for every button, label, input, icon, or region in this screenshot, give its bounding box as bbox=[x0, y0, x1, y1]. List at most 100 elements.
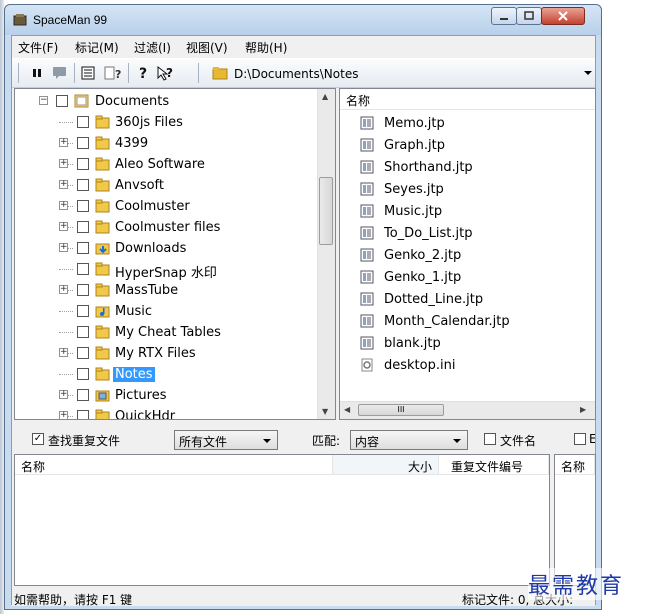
expand-icon[interactable]: + bbox=[59, 159, 68, 168]
file-list-item[interactable]: Music.jtp bbox=[360, 201, 590, 223]
file-list-item[interactable]: desktop.ini bbox=[360, 355, 590, 377]
menu-help[interactable]: 帮助(H) bbox=[245, 39, 287, 56]
tree-label: MassTube bbox=[115, 283, 179, 298]
tree-item[interactable]: My Cheat Tables bbox=[15, 322, 317, 343]
expand-icon[interactable]: + bbox=[59, 201, 68, 210]
expand-icon[interactable]: + bbox=[59, 180, 68, 189]
menu-mark[interactable]: 标记(M) bbox=[75, 39, 119, 56]
minimize-button[interactable] bbox=[491, 7, 517, 25]
tree-item[interactable]: + Aleo Software bbox=[15, 154, 317, 175]
column-name-header[interactable]: 名称 bbox=[555, 455, 595, 475]
tree-item[interactable]: Notes bbox=[15, 364, 317, 385]
expand-icon[interactable]: + bbox=[59, 411, 68, 419]
file-list-item[interactable]: Memo.jtp bbox=[360, 113, 590, 135]
expand-icon[interactable]: + bbox=[59, 138, 68, 147]
tree-item[interactable]: + MassTube bbox=[15, 280, 317, 301]
comment-icon[interactable] bbox=[52, 65, 68, 81]
checkbox[interactable] bbox=[77, 263, 89, 275]
file-list-item[interactable]: Month_Calendar.jtp bbox=[360, 311, 590, 333]
column-name-header[interactable]: 名称 bbox=[346, 92, 370, 109]
expand-icon[interactable]: + bbox=[59, 243, 68, 252]
file-name: Memo.jtp bbox=[384, 116, 445, 131]
checkbox[interactable] bbox=[77, 116, 89, 128]
file-list-item[interactable]: Dotted_Line.jtp bbox=[360, 289, 590, 311]
file-horizontal-scrollbar[interactable]: ◀ III ▶ bbox=[340, 401, 595, 419]
checkbox[interactable] bbox=[77, 368, 89, 380]
checkbox[interactable] bbox=[77, 242, 89, 254]
scroll-down-icon[interactable]: ▼ bbox=[322, 407, 328, 416]
file-list-item[interactable]: Seyes.jtp bbox=[360, 179, 590, 201]
column-size-header[interactable]: 大小 bbox=[333, 455, 439, 475]
menu-view[interactable]: 视图(V) bbox=[186, 39, 228, 56]
file-filter-select[interactable]: 所有文件 bbox=[174, 430, 278, 450]
duplicate-list[interactable]: 名称 大小 重复文件编号 bbox=[14, 454, 550, 586]
find-duplicates-bar: ✓ 查找重复文件 所有文件 匹配: 内容 文件名 E bbox=[12, 426, 595, 452]
file-list-item[interactable]: blank.jtp bbox=[360, 333, 590, 355]
extra-checkbox[interactable] bbox=[574, 433, 586, 445]
checkbox[interactable] bbox=[77, 305, 89, 317]
menu-file[interactable]: 文件(F) bbox=[18, 39, 58, 56]
tree-vertical-scrollbar[interactable]: ▲ ▼ bbox=[317, 89, 335, 419]
column-size-label: 大小 bbox=[407, 460, 432, 474]
scroll-up-icon[interactable]: ▲ bbox=[322, 92, 328, 101]
tree-item[interactable]: Music bbox=[15, 301, 317, 322]
file-list-item[interactable]: Graph.jtp bbox=[360, 135, 590, 157]
tree-item[interactable]: + Downloads bbox=[15, 238, 317, 259]
title-bar[interactable]: SpaceMan 99 bbox=[5, 5, 601, 35]
checkbox[interactable] bbox=[77, 137, 89, 149]
expand-icon[interactable]: + bbox=[59, 285, 68, 294]
tree-item[interactable]: + Pictures bbox=[15, 385, 317, 406]
collapse-icon[interactable]: − bbox=[39, 96, 48, 105]
properties-icon[interactable] bbox=[80, 65, 96, 81]
expand-icon[interactable]: + bbox=[59, 390, 68, 399]
path-combo[interactable]: D:\Documents\Notes bbox=[234, 67, 358, 81]
checkbox[interactable] bbox=[77, 347, 89, 359]
tree-item[interactable]: + My RTX Files bbox=[15, 343, 317, 364]
duplicate-list-secondary[interactable]: 名称 bbox=[554, 454, 596, 586]
checkbox[interactable] bbox=[77, 389, 89, 401]
client-area: 文件(F) 标记(M) 过滤(I) 视图(V) 帮助(H) ? ? ? D:\D… bbox=[11, 35, 596, 607]
scroll-right-icon[interactable]: ▶ bbox=[580, 405, 586, 414]
checkbox[interactable] bbox=[77, 284, 89, 296]
maximize-button[interactable] bbox=[516, 7, 542, 25]
checkbox[interactable] bbox=[77, 179, 89, 191]
tree-item[interactable]: HyperSnap 水印 bbox=[15, 259, 317, 281]
tree-item-root[interactable]: − Documents bbox=[15, 91, 317, 112]
scroll-thumb[interactable]: III bbox=[358, 404, 444, 416]
tree-item[interactable]: 360js Files bbox=[15, 112, 317, 133]
filename-checkbox[interactable] bbox=[484, 433, 496, 445]
expand-icon[interactable]: + bbox=[59, 222, 68, 231]
close-button[interactable] bbox=[541, 7, 585, 25]
column-name-header[interactable]: 名称 bbox=[15, 455, 333, 475]
checkbox[interactable] bbox=[77, 326, 89, 338]
tree-item[interactable]: + QuickHdr bbox=[15, 406, 317, 419]
file-help-icon[interactable]: ? bbox=[104, 65, 124, 81]
checkbox[interactable] bbox=[77, 221, 89, 233]
column-dup-id-header[interactable]: 重复文件编号 bbox=[439, 455, 549, 475]
checkbox[interactable] bbox=[56, 95, 68, 107]
file-list-item[interactable]: Genko_1.jtp bbox=[360, 267, 590, 289]
folder-tree[interactable]: − Documents 360js Files +4399 + Aleo Softwa… bbox=[14, 88, 336, 420]
chevron-down-icon[interactable] bbox=[584, 71, 592, 75]
file-list-item[interactable]: Shorthand.jtp bbox=[360, 157, 590, 179]
file-list-header[interactable]: 名称 bbox=[340, 89, 595, 110]
scroll-left-icon[interactable]: ◀ bbox=[344, 405, 350, 414]
tree-item[interactable]: + Coolmuster files bbox=[15, 217, 317, 238]
help-icon[interactable]: ? bbox=[136, 65, 152, 81]
file-list-item[interactable]: To_Do_List.jtp bbox=[360, 223, 590, 245]
context-help-icon[interactable]: ? bbox=[156, 65, 176, 81]
tree-item[interactable]: +4399 bbox=[15, 133, 317, 154]
file-list[interactable]: 名称 Memo.jtp Graph.jtp Shorthand.jtp Seyes.j… bbox=[339, 88, 596, 420]
find-duplicates-checkbox[interactable]: ✓ bbox=[32, 433, 44, 445]
expand-icon[interactable]: + bbox=[59, 348, 68, 357]
pause-icon[interactable] bbox=[30, 65, 46, 81]
menu-filter[interactable]: 过滤(I) bbox=[134, 39, 171, 56]
scroll-thumb[interactable] bbox=[319, 177, 333, 245]
file-list-item[interactable]: Genko_2.jtp bbox=[360, 245, 590, 267]
checkbox[interactable] bbox=[77, 200, 89, 212]
match-select[interactable]: 内容 bbox=[350, 430, 468, 450]
checkbox[interactable] bbox=[77, 410, 89, 419]
checkbox[interactable] bbox=[77, 158, 89, 170]
tree-item[interactable]: + Anvsoft bbox=[15, 175, 317, 196]
tree-item[interactable]: + Coolmuster bbox=[15, 196, 317, 217]
